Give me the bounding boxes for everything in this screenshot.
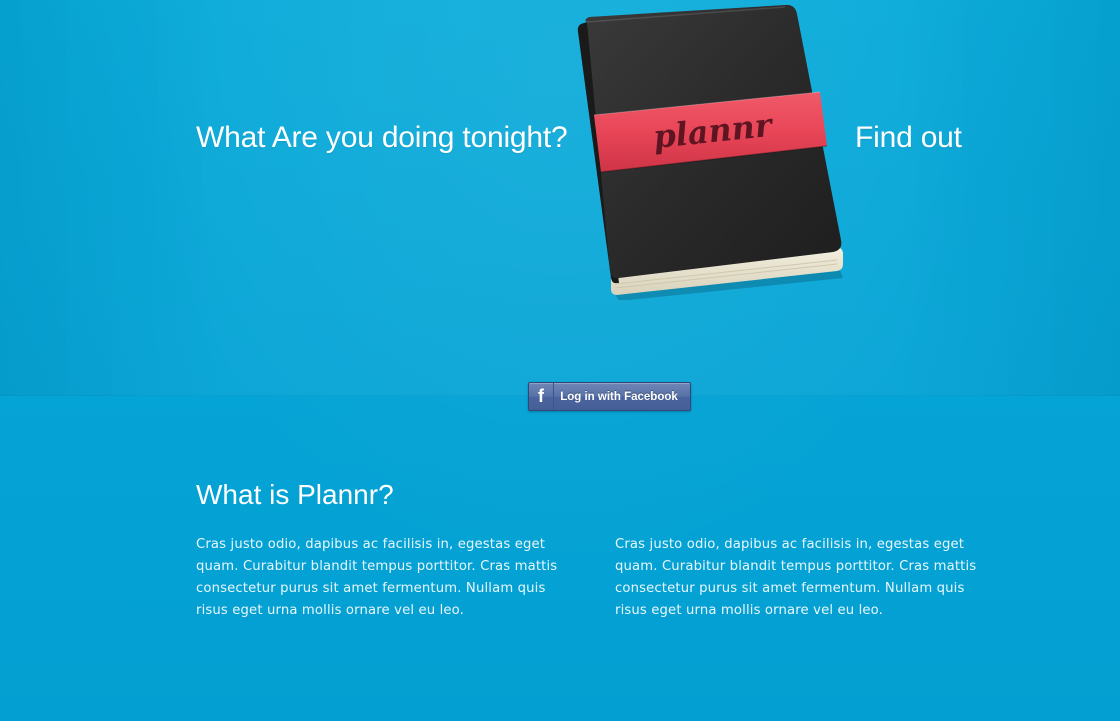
facebook-login-label: Log in with Facebook bbox=[560, 390, 678, 403]
hero-tagline-right: Find out bbox=[855, 121, 962, 154]
about-paragraph-2: Cras justo odio, dapibus ac facilisis in… bbox=[615, 537, 977, 618]
hero-section bbox=[0, 0, 1120, 396]
facebook-icon: f bbox=[529, 383, 554, 410]
hero-tagline-left: What Are you doing tonight? bbox=[196, 121, 568, 154]
about-title: What is Plannr? bbox=[196, 479, 394, 510]
notebook-icon: plannr bbox=[575, 2, 850, 300]
about-paragraph-1: Cras justo odio, dapibus ac facilisis in… bbox=[196, 537, 558, 618]
facebook-login-button[interactable]: f Log in with Facebook bbox=[528, 382, 691, 411]
